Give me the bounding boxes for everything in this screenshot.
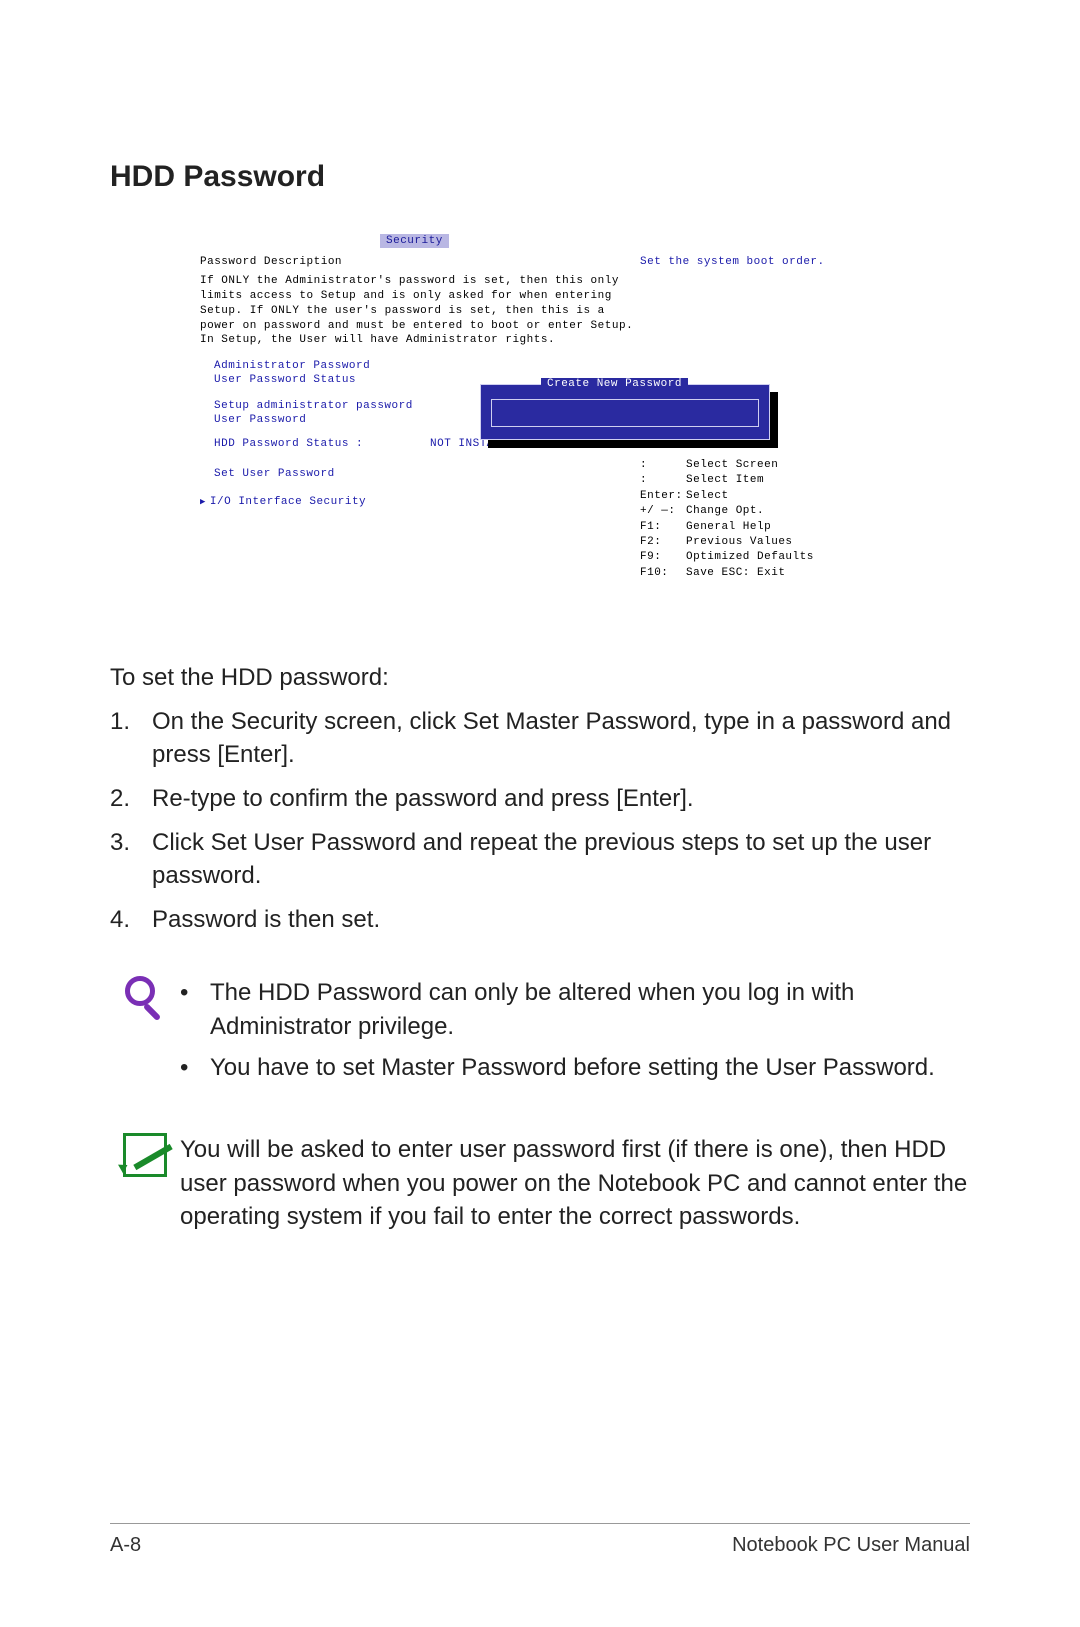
step-3: Click Set User Password and repeat the p… [110, 826, 970, 893]
bios-key-6: F9: [640, 550, 686, 565]
bios-popup-title: Create New Password [541, 378, 688, 390]
footer-manual-title: Notebook PC User Manual [732, 1534, 970, 1557]
bios-item-set-user-password: Set User Password [200, 468, 640, 480]
bios-popup-input [491, 399, 759, 427]
bios-desc-text: If ONLY the Administrator's password is … [200, 274, 640, 348]
instruction-intro: To set the HDD password: [110, 661, 970, 695]
bios-key-4-val: General Help [686, 521, 771, 533]
step-3-text: Click Set User Password and repeat the p… [152, 826, 970, 893]
bios-item-admin-password: Administrator Password [200, 360, 640, 372]
note1-bullet-2: You have to set Master Password before s… [180, 1051, 970, 1085]
bios-key-7: F10: [640, 566, 686, 581]
bios-key-2-val: Select [686, 490, 729, 502]
bios-key-1-val: Select Item [686, 474, 764, 486]
instruction-block: To set the HDD password: On the Security… [110, 661, 970, 936]
bios-popup-create-password: Create New Password [480, 384, 770, 440]
page-footer: A-8 Notebook PC User Manual [110, 1523, 970, 1557]
step-4-text: Password is then set. [152, 903, 970, 937]
note2-text: You will be asked to enter user password… [180, 1133, 970, 1234]
step-2: Re-type to confirm the password and pres… [110, 782, 970, 816]
step-1-text: On the Security screen, click Set Master… [152, 705, 970, 772]
bios-screenshot: Security Password Description If ONLY th… [190, 234, 890, 581]
bios-hdd-status-label: HDD Password Status : [200, 438, 430, 450]
bios-key-7-val: Save ESC: Exit [686, 567, 785, 579]
instruction-steps: On the Security screen, click Set Master… [110, 705, 970, 937]
bios-key-5: F2: [640, 535, 686, 550]
page-title: HDD Password [110, 160, 970, 194]
bios-key-3-val: Change Opt. [686, 505, 764, 517]
bios-help-keys: :Select Screen :Select Item Enter:Select… [640, 458, 880, 581]
bios-tab-security: Security [380, 234, 449, 248]
bios-item-io-interface-security: I/O Interface Security [200, 496, 640, 508]
bios-key-2: Enter: [640, 489, 686, 504]
step-2-text: Re-type to confirm the password and pres… [152, 782, 970, 816]
step-4: Password is then set. [110, 903, 970, 937]
bios-help-right: Set the system boot order. [640, 256, 880, 268]
bios-key-1: : [640, 473, 686, 488]
note1-bullet-1-text: The HDD Password can only be altered whe… [210, 976, 970, 1043]
note1-bullet-1: The HDD Password can only be altered whe… [180, 976, 970, 1043]
note-icon [110, 1133, 180, 1177]
footer-page-number: A-8 [110, 1534, 141, 1557]
bios-key-5-val: Previous Values [686, 536, 793, 548]
magnifier-icon [110, 976, 180, 1026]
bios-desc-title: Password Description [200, 256, 640, 268]
bios-key-4: F1: [640, 520, 686, 535]
bios-key-6-val: Optimized Defaults [686, 551, 814, 563]
bios-key-3: +/ —: [640, 504, 686, 519]
bios-key-0-val: Select Screen [686, 459, 778, 471]
note1-bullet-2-text: You have to set Master Password before s… [210, 1051, 970, 1085]
note-magnifier: The HDD Password can only be altered whe… [110, 976, 970, 1093]
step-1: On the Security screen, click Set Master… [110, 705, 970, 772]
note-pencil: You will be asked to enter user password… [110, 1133, 970, 1234]
bios-key-0: : [640, 458, 686, 473]
